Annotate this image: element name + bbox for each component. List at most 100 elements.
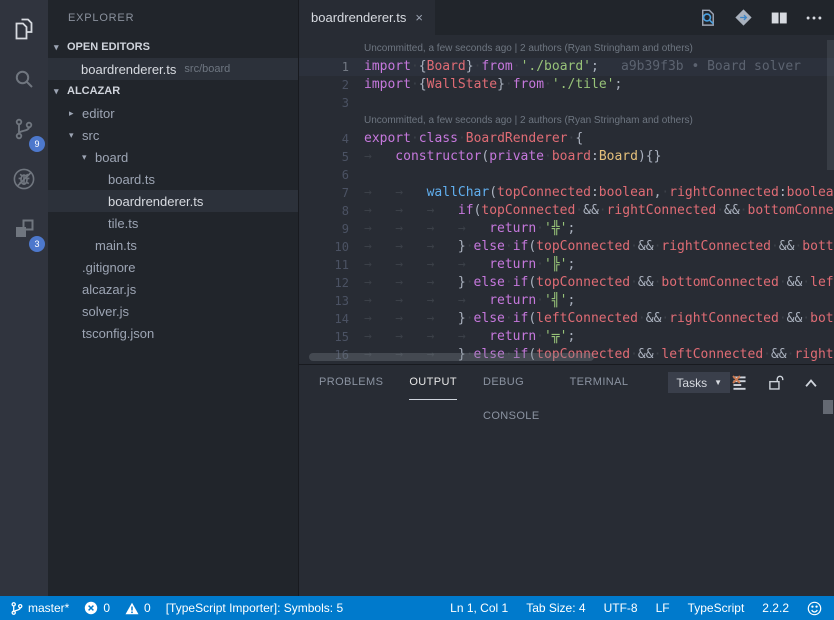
twisty-collapsed-icon[interactable]: ▸	[69, 108, 82, 119]
status-badge: 3	[29, 236, 45, 252]
code-line[interactable]: 12→→→}·else·if(topConnected·&&·bottomCon…	[299, 274, 834, 292]
item-label: main.ts	[95, 238, 137, 253]
code-text: export·class·BoardRenderer·{	[364, 130, 834, 148]
status-warnings[interactable]: 0	[125, 601, 151, 615]
more-actions-icon[interactable]	[804, 8, 824, 28]
section-folder-root[interactable]: ▾ALCAZAR	[48, 80, 298, 102]
item-label: boardrenderer.ts	[108, 194, 203, 209]
status-label: 0	[144, 601, 151, 615]
line-number: 3	[299, 94, 364, 112]
tab-boardrenderer[interactable]: boardrenderer.ts ×	[299, 0, 435, 35]
code-line[interactable]: 7→→wallChar(topConnected:boolean,·rightC…	[299, 184, 834, 202]
activity-item-explorer[interactable]	[0, 6, 48, 56]
activity-item-debug[interactable]	[0, 156, 48, 206]
line-number: 14	[299, 310, 364, 328]
code-text: →→→}·else·if(leftConnected·&&·rightConne…	[364, 310, 834, 328]
panel-tab-debug-console[interactable]: DEBUG CONSOLE	[483, 365, 544, 400]
code-line[interactable]: 8→→→if(topConnected·&&·rightConnected·&&…	[299, 202, 834, 220]
search-icon	[11, 66, 37, 97]
panel-tab-terminal[interactable]: TERMINAL	[570, 365, 629, 400]
code-text: →→→}·else·if(topConnected·&&·rightConnec…	[364, 238, 834, 256]
activity-item-source-control[interactable]: 9	[0, 106, 48, 156]
open-changes-icon[interactable]	[733, 7, 754, 28]
tree-item-alcazar.js[interactable]: alcazar.js	[48, 278, 298, 300]
codelens-annotation[interactable]: Uncommitted, a few seconds ago | 2 autho…	[299, 112, 834, 130]
tree-item-boardrenderer.ts[interactable]: boardrenderer.ts	[48, 190, 298, 212]
tree-item-editor[interactable]: ▸editor	[48, 102, 298, 124]
code-line[interactable]: 10→→→}·else·if(topConnected·&&·rightConn…	[299, 238, 834, 256]
line-number: 9	[299, 220, 364, 238]
code-line[interactable]: 9→→→→return·'╬';	[299, 220, 834, 238]
twisty-expanded-icon[interactable]: ▾	[54, 42, 67, 53]
twisty-expanded-icon[interactable]: ▾	[82, 152, 95, 163]
file-search-icon[interactable]	[697, 7, 718, 28]
explorer-sidebar: EXPLORER ▾OPEN EDITORSboardrenderer.tssr…	[48, 0, 298, 596]
tree-item-tile.ts[interactable]: tile.ts	[48, 212, 298, 234]
twisty-expanded-icon[interactable]: ▾	[54, 86, 67, 97]
debug-icon	[11, 166, 37, 197]
status-label: Tab Size: 4	[526, 601, 585, 615]
code-line[interactable]: 2import·{WallState}·from·'./tile';	[299, 76, 834, 94]
panel-scrollbar[interactable]	[823, 400, 833, 414]
vertical-scrollbar[interactable]	[827, 40, 834, 170]
status-tab-size[interactable]: Tab Size: 4	[526, 601, 585, 615]
code-line[interactable]: 15→→→→return·'╦';	[299, 328, 834, 346]
code-text: →→→if(topConnected·&&·rightConnected·&&·…	[364, 202, 834, 220]
code-line[interactable]: 4export·class·BoardRenderer·{	[299, 130, 834, 148]
output-panel-content[interactable]	[299, 400, 834, 596]
activity-item-extensions[interactable]: 3	[0, 206, 48, 256]
horizontal-scrollbar[interactable]	[309, 353, 594, 361]
status-typescript-importer[interactable]: [TypeScript Importer]: Symbols: 5	[166, 601, 343, 615]
code-editor[interactable]: Uncommitted, a few seconds ago | 2 autho…	[299, 35, 834, 364]
tree-item-src[interactable]: ▾src	[48, 124, 298, 146]
status-errors[interactable]: 0	[84, 601, 110, 615]
line-number: 1	[299, 58, 364, 76]
bottom-panel: PROBLEMS OUTPUT DEBUG CONSOLE TERMINAL Task…	[299, 364, 834, 596]
status-feedback[interactable]	[807, 601, 822, 616]
code-line[interactable]: 5→constructor(private·board:Board){}	[299, 148, 834, 166]
unlock-icon[interactable]	[766, 373, 785, 392]
status-language-mode[interactable]: TypeScript	[688, 601, 745, 615]
status-encoding[interactable]: UTF-8	[604, 601, 638, 615]
tree-item-board.ts[interactable]: board.ts	[48, 168, 298, 190]
status-label: Ln 1, Col 1	[450, 601, 508, 615]
status-label: 2.2.2	[762, 601, 789, 615]
chevron-up-icon[interactable]	[802, 374, 820, 392]
panel-tab-problems[interactable]: PROBLEMS	[319, 365, 383, 400]
tree-item-board[interactable]: ▾board	[48, 146, 298, 168]
tree-item-main.ts[interactable]: main.ts	[48, 234, 298, 256]
code-text: import·{WallState}·from·'./tile';	[364, 76, 834, 94]
section-open-editors[interactable]: ▾OPEN EDITORS	[48, 36, 298, 58]
line-number: 15	[299, 328, 364, 346]
code-line[interactable]: 14→→→}·else·if(leftConnected·&&·rightCon…	[299, 310, 834, 328]
code-line[interactable]: 13→→→→return·'╣';	[299, 292, 834, 310]
editor-group: boardrenderer.ts × Uncommitted, a few se…	[298, 0, 834, 596]
code-line[interactable]: 1import·{Board}·from·'./board';a9b39f3b …	[299, 58, 834, 76]
line-number: 7	[299, 184, 364, 202]
tree-item-.gitignore[interactable]: .gitignore	[48, 256, 298, 278]
code-line[interactable]: 6	[299, 166, 834, 184]
output-channel-dropdown[interactable]: Tasks ▼	[668, 372, 730, 393]
codelens-annotation[interactable]: Uncommitted, a few seconds ago | 2 autho…	[299, 40, 834, 58]
status-eol[interactable]: LF	[656, 601, 670, 615]
code-line[interactable]: 11→→→→return·'╠';	[299, 256, 834, 274]
code-line[interactable]: 3	[299, 94, 834, 112]
twisty-expanded-icon[interactable]: ▾	[69, 130, 82, 141]
status-bar: master* 0 0 [TypeScript Importer]: Symbols:…	[0, 596, 834, 620]
open-editor-item[interactable]: boardrenderer.tssrc/board	[48, 58, 298, 80]
line-number: 11	[299, 256, 364, 274]
tree-item-tsconfig.json[interactable]: tsconfig.json	[48, 322, 298, 344]
close-icon[interactable]: ×	[415, 10, 423, 25]
split-editor-icon[interactable]	[769, 8, 789, 28]
panel-tab-output[interactable]: OUTPUT	[409, 365, 457, 400]
code-text: →constructor(private·board:Board){}	[364, 148, 834, 166]
activity-item-search[interactable]	[0, 56, 48, 106]
tree-item-solver.js[interactable]: solver.js	[48, 300, 298, 322]
clear-output-icon[interactable]	[730, 373, 749, 392]
status-cursor-position[interactable]: Ln 1, Col 1	[450, 601, 508, 615]
item-label: board.ts	[108, 172, 155, 187]
git-branch-icon	[10, 601, 23, 616]
status-git-branch[interactable]: master*	[10, 601, 69, 616]
status-ts-version[interactable]: 2.2.2	[762, 601, 789, 615]
code-text: →→→→return·'╣';	[364, 292, 834, 310]
